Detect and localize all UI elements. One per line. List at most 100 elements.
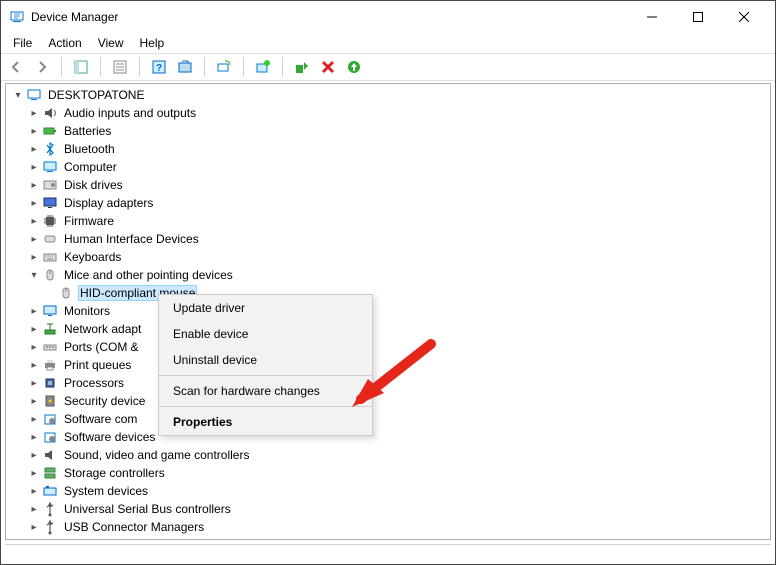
show-hide-tree-button[interactable] (70, 56, 92, 78)
expander-icon[interactable]: ▾ (26, 267, 42, 283)
menu-help[interactable]: Help (132, 34, 173, 52)
cpu-icon (42, 375, 58, 391)
expander-icon[interactable]: ▸ (26, 357, 42, 373)
tree-category[interactable]: ▸Storage controllers (8, 464, 768, 482)
expander-icon[interactable]: ▸ (26, 447, 42, 463)
tree-category[interactable]: ▸Bluetooth (8, 140, 768, 158)
expander-icon[interactable]: ▸ (26, 393, 42, 409)
storage-icon (42, 465, 58, 481)
tree-category-label: Universal Serial Bus controllers (62, 501, 233, 517)
minimize-button[interactable] (629, 3, 675, 31)
tree-category[interactable]: ▸ Keyboards (8, 248, 768, 266)
statusbar (5, 544, 771, 560)
tree-category[interactable]: ▸Print queues (8, 356, 768, 374)
expander-icon[interactable]: ▸ (26, 429, 42, 445)
maximize-button[interactable] (675, 3, 721, 31)
tree-device[interactable]: HID-compliant mouse (8, 284, 768, 302)
tree-category[interactable]: ▸Software devices (8, 428, 768, 446)
tree-category[interactable]: ▸Security device (8, 392, 768, 410)
tree-root[interactable]: ▾DESKTOPATONE (8, 86, 768, 104)
context-menu: Update driver Enable device Uninstall de… (158, 294, 373, 436)
tree-category[interactable]: ▸ USB Connector Managers (8, 518, 768, 536)
tree-category[interactable]: ▸Network adapt (8, 320, 768, 338)
forward-button[interactable] (31, 56, 53, 78)
expander-icon[interactable]: ▸ (26, 105, 42, 121)
toolbar-separator (61, 57, 62, 77)
tree-category[interactable]: ▸Software com (8, 410, 768, 428)
tree-category[interactable]: ▸ Monitors (8, 302, 768, 320)
svg-text:?: ? (156, 63, 162, 74)
expander-icon[interactable]: ▸ (26, 177, 42, 193)
tree-category[interactable]: ▸Human Interface Devices (8, 230, 768, 248)
cm-properties[interactable]: Properties (159, 409, 372, 435)
expander-icon[interactable]: ▸ (26, 501, 42, 517)
cm-update-driver[interactable]: Update driver (159, 295, 372, 321)
chip-icon (42, 213, 58, 229)
tree-category[interactable]: ▾ Mice and other pointing devices (8, 266, 768, 284)
expander-icon[interactable]: ▸ (26, 213, 42, 229)
update-driver-button[interactable] (252, 56, 274, 78)
menu-action[interactable]: Action (40, 34, 89, 52)
expander-icon[interactable]: ▸ (26, 249, 42, 265)
expander-icon[interactable]: ▸ (26, 123, 42, 139)
properties-button[interactable] (109, 56, 131, 78)
cm-uninstall-device[interactable]: Uninstall device (159, 347, 372, 373)
expander-icon[interactable]: ▸ (26, 483, 42, 499)
back-button[interactable] (5, 56, 27, 78)
device-tree-panel: ▾DESKTOPATONE▸Audio inputs and outputs▸B… (5, 83, 771, 540)
expander-icon[interactable]: ▸ (26, 411, 42, 427)
menu-file[interactable]: File (5, 34, 40, 52)
monitor-icon (42, 303, 58, 319)
tree-category-label: USB Connector Managers (62, 519, 206, 535)
expander-icon[interactable]: ▸ (26, 159, 42, 175)
menu-view[interactable]: View (90, 34, 132, 52)
mouse-icon (58, 285, 74, 301)
tree-category-label: Disk drives (62, 177, 125, 193)
port-icon (42, 339, 58, 355)
tree-category[interactable]: ▸Processors (8, 374, 768, 392)
display-icon (42, 195, 58, 211)
device-tree[interactable]: ▾DESKTOPATONE▸Audio inputs and outputs▸B… (6, 84, 770, 538)
tree-category-label: Mice and other pointing devices (62, 267, 235, 283)
tree-category-label: System devices (62, 483, 150, 499)
add-legacy-hardware-button[interactable] (343, 56, 365, 78)
tree-category[interactable]: ▸ Display adapters (8, 194, 768, 212)
cm-separator (159, 375, 372, 376)
uninstall-device-button[interactable] (317, 56, 339, 78)
cm-separator (159, 406, 372, 407)
tree-category[interactable]: ▸ Disk drives (8, 176, 768, 194)
tree-category-label: Monitors (62, 303, 112, 319)
action-button[interactable] (174, 56, 196, 78)
expander-icon[interactable]: ▸ (26, 231, 42, 247)
tree-category[interactable]: ▸Batteries (8, 122, 768, 140)
tree-category-label: Firmware (62, 213, 116, 229)
expander-icon[interactable]: ▸ (26, 375, 42, 391)
tree-category[interactable]: ▸Sound, video and game controllers (8, 446, 768, 464)
scan-hardware-button[interactable] (213, 56, 235, 78)
tree-category-label: Keyboards (62, 249, 123, 265)
tree-category[interactable]: ▸ Universal Serial Bus controllers (8, 500, 768, 518)
cm-scan-hardware[interactable]: Scan for hardware changes (159, 378, 372, 404)
expander-icon[interactable]: ▸ (26, 465, 42, 481)
tree-category[interactable]: ▸Computer (8, 158, 768, 176)
close-button[interactable] (721, 3, 767, 31)
expander-icon[interactable]: ▸ (26, 321, 42, 337)
toolbar-separator (204, 57, 205, 77)
help-button[interactable]: ? (148, 56, 170, 78)
tree-category[interactable]: ▸ Firmware (8, 212, 768, 230)
expander-icon[interactable]: ▸ (26, 519, 42, 535)
tree-category[interactable]: ▸ System devices (8, 482, 768, 500)
system-icon (42, 483, 58, 499)
tree-category[interactable]: ▸Ports (COM & (8, 338, 768, 356)
toolbar: ? (1, 53, 775, 81)
expander-icon[interactable]: ▸ (26, 303, 42, 319)
cm-enable-device[interactable]: Enable device (159, 321, 372, 347)
expander-icon[interactable]: ▸ (26, 195, 42, 211)
expander-icon[interactable]: ▸ (26, 141, 42, 157)
usb-icon (42, 501, 58, 517)
enable-device-button[interactable] (291, 56, 313, 78)
expander-icon[interactable]: ▸ (26, 339, 42, 355)
tree-category[interactable]: ▸Audio inputs and outputs (8, 104, 768, 122)
toolbar-separator (139, 57, 140, 77)
tree-category-label: Display adapters (62, 195, 155, 211)
